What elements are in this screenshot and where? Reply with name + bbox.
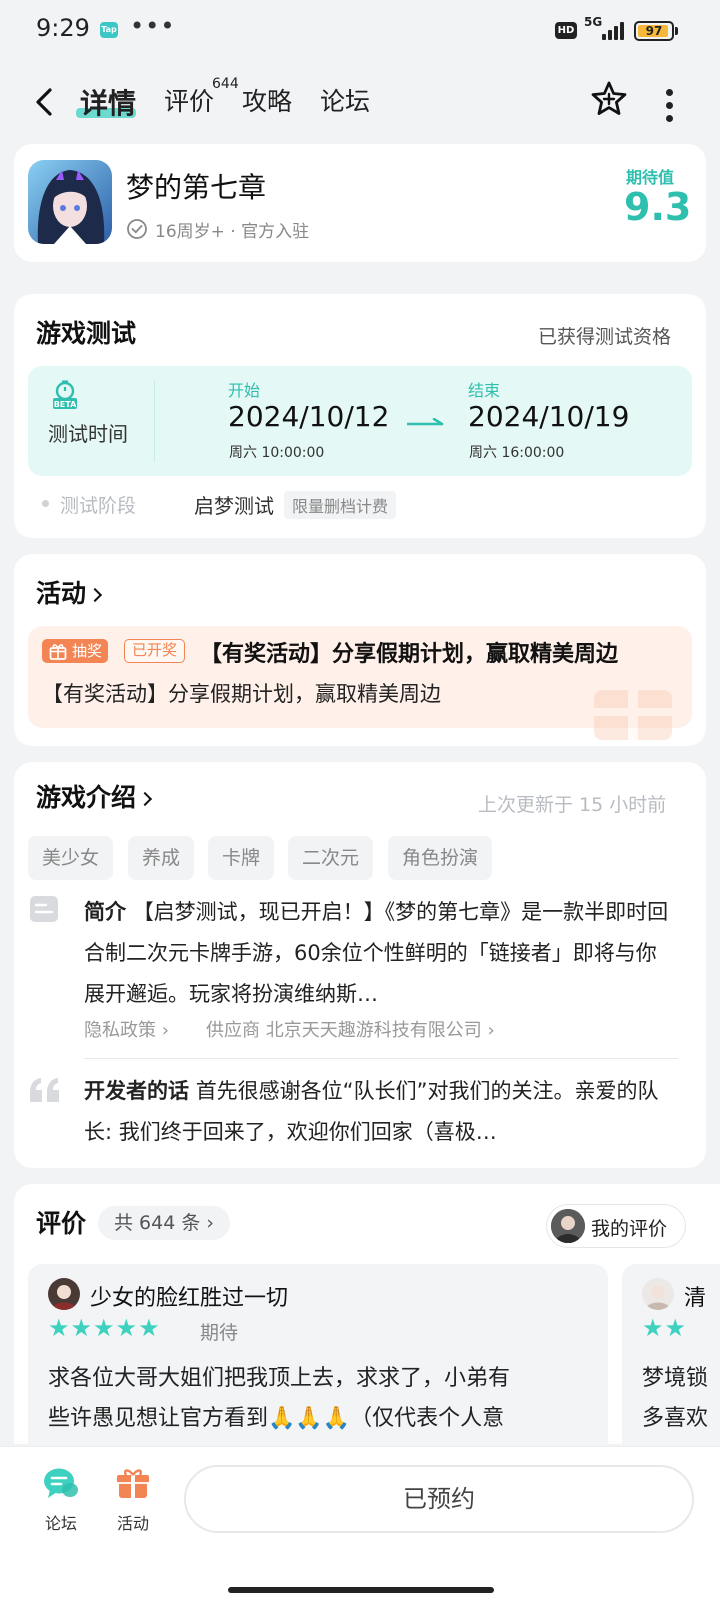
test-stage-label: 测试阶段 (60, 495, 137, 517)
review-text-line: 求各位大哥大姐们把我顶上去，求求了，小弟有 (48, 1366, 511, 1391)
genre-tag[interactable]: 二次元 (288, 836, 374, 880)
intro-label: 简介 (84, 900, 126, 924)
more-notifications-icon: ••• (130, 12, 176, 40)
genre-tag[interactable]: 角色扮演 (388, 836, 493, 880)
test-section-title: 游戏测试 (36, 319, 137, 348)
activity-title-text: 活动 (36, 579, 87, 608)
review-text-line: 些许愚见想让官方看到🙏🙏🙏（仅代表个人意 (48, 1406, 505, 1431)
end-label: 结束 (468, 381, 501, 400)
reviewer-avatar (642, 1278, 674, 1310)
game-app-icon[interactable] (28, 160, 112, 244)
gift-watermark-icon (594, 680, 672, 740)
tab-details[interactable]: 详情 (80, 82, 136, 122)
favorite-star-icon[interactable] (590, 80, 628, 118)
reviews-section-title: 评价 (36, 1209, 87, 1238)
my-review-label: 我的评价 (591, 1218, 668, 1240)
review-count-pill[interactable]: 共 644 条 › (98, 1206, 230, 1240)
review-text-line: 多喜欢 (642, 1406, 709, 1431)
genre-tag[interactable]: 美少女 (28, 836, 114, 880)
signal-icon (598, 20, 626, 40)
lottery-tag: 抽奖 (42, 639, 109, 663)
activity-description: 【有奖活动】分享假期计划，赢取精美周边 (42, 682, 441, 706)
game-title: 梦的第七章 (126, 171, 267, 204)
intro-summary[interactable]: 简介 【启梦测试，现已开启！】《梦的第七章》是一款半即时回合制二次元卡牌手游，6… (84, 892, 674, 1015)
intro-body: 【启梦测试，现已开启！】《梦的第七章》是一款半即时回合制二次元卡牌手游，60余位… (84, 900, 669, 1006)
chevron-right-icon (137, 791, 153, 807)
activity-nav-button[interactable]: 活动 (108, 1466, 158, 1536)
genre-tag[interactable]: 卡牌 (208, 836, 275, 880)
activity-title: 【有奖活动】分享假期计划，赢取精美周边 (200, 642, 619, 667)
test-stage-value: 启梦测试 (194, 494, 274, 518)
test-qualification-status[interactable]: 已获得测试资格 (538, 322, 671, 349)
chevron-right-icon (87, 587, 103, 603)
start-label: 开始 (228, 381, 261, 400)
lottery-tag-label: 抽奖 (72, 642, 103, 660)
forum-nav-button[interactable]: 论坛 (36, 1466, 86, 1536)
back-icon[interactable] (30, 84, 60, 120)
rating-stars: ★★★★★ (48, 1314, 161, 1342)
reserved-button[interactable]: 已预约 (184, 1465, 694, 1533)
privacy-policy-link[interactable]: 隐私政策 › (84, 1016, 169, 1042)
dev-label: 开发者的话 (84, 1079, 189, 1103)
verified-check-icon (127, 219, 147, 239)
hd-icon: HD (555, 22, 577, 39)
arrow-right-icon (407, 418, 444, 426)
supplier-name: 北京天天趣游科技有限公司 (265, 1020, 482, 1041)
battery-icon: 97 (634, 21, 674, 41)
developer-note[interactable]: 开发者的话 首先很感谢各位“队长们”对我们的关注。亲爱的队长: 我们终于回来了，… (84, 1071, 674, 1153)
game-meta: 16周岁+ · 官方入驻 (155, 222, 310, 242)
my-review-button[interactable]: 我的评价 (546, 1204, 686, 1248)
last-updated: 上次更新于 15 小时前 (478, 794, 667, 816)
divider (84, 1058, 678, 1059)
document-icon (30, 896, 58, 922)
supplier-link[interactable]: 供应商 北京天天趣游科技有限公司 › (206, 1016, 495, 1042)
intro-section-title[interactable]: 游戏介绍 (36, 778, 153, 814)
taptap-notification-icon: Tap (100, 22, 118, 38)
review-text-line: 梦境锁 (642, 1366, 709, 1391)
reviewer-avatar (48, 1278, 80, 1310)
more-menu-icon[interactable] (664, 86, 674, 122)
activity-gift-icon (117, 1469, 149, 1498)
genre-tag[interactable]: 养成 (128, 836, 195, 880)
my-avatar (551, 1209, 585, 1243)
forum-chat-icon (44, 1468, 78, 1498)
test-stage-tag: 限量删档计费 (284, 491, 397, 519)
review-item[interactable]: 少女的脸红胜过一切 ★★★★★ 期待 求各位大哥大姐们把我顶上去，求求了，小弟有… (28, 1264, 608, 1464)
test-time-label: 测试时间 (48, 422, 128, 446)
reviewer-name: 少女的脸红胜过一切 (90, 1286, 289, 1311)
beta-timer-icon: BETA (53, 380, 77, 409)
gift-icon (49, 644, 67, 660)
start-date: 2024/10/12 (228, 400, 390, 433)
start-datetime: 周六 10:00:00 (229, 445, 325, 461)
forum-nav-label: 论坛 (45, 1514, 78, 1533)
intro-title-text: 游戏介绍 (36, 783, 137, 812)
review-item[interactable]: 清 ★★ 梦境锁 多喜欢 (622, 1264, 720, 1464)
tab-guides[interactable]: 攻略 (242, 82, 292, 118)
expectation-score: 9.3 (624, 185, 692, 229)
review-count-badge: 644 (212, 76, 239, 92)
beta-label: BETA (54, 400, 77, 409)
home-indicator[interactable] (228, 1587, 494, 1593)
review-status: 期待 (200, 1322, 239, 1344)
end-date: 2024/10/19 (468, 400, 630, 433)
tab-reviews[interactable]: 评价 (164, 82, 214, 118)
quote-icon (30, 1078, 59, 1102)
tab-forum[interactable]: 论坛 (320, 82, 370, 118)
battery-level: 97 (645, 24, 663, 38)
activity-section-title[interactable]: 活动 (36, 574, 103, 610)
rating-stars: ★★ (642, 1314, 688, 1342)
supplier-label: 供应商 (206, 1020, 260, 1041)
status-time: 9:29 (36, 14, 90, 42)
review-count-label: 共 644 条 (114, 1212, 201, 1234)
prize-drawn-tag: 已开奖 (124, 639, 186, 663)
bullet-dot (42, 500, 49, 507)
battery-tip (675, 27, 678, 35)
end-datetime: 周六 16:00:00 (469, 445, 565, 461)
game-info-card (14, 144, 706, 262)
privacy-policy-label: 隐私政策 (84, 1020, 156, 1041)
activity-nav-label: 活动 (117, 1514, 150, 1533)
box-divider (154, 380, 155, 462)
reviewer-name: 清 (684, 1286, 707, 1311)
